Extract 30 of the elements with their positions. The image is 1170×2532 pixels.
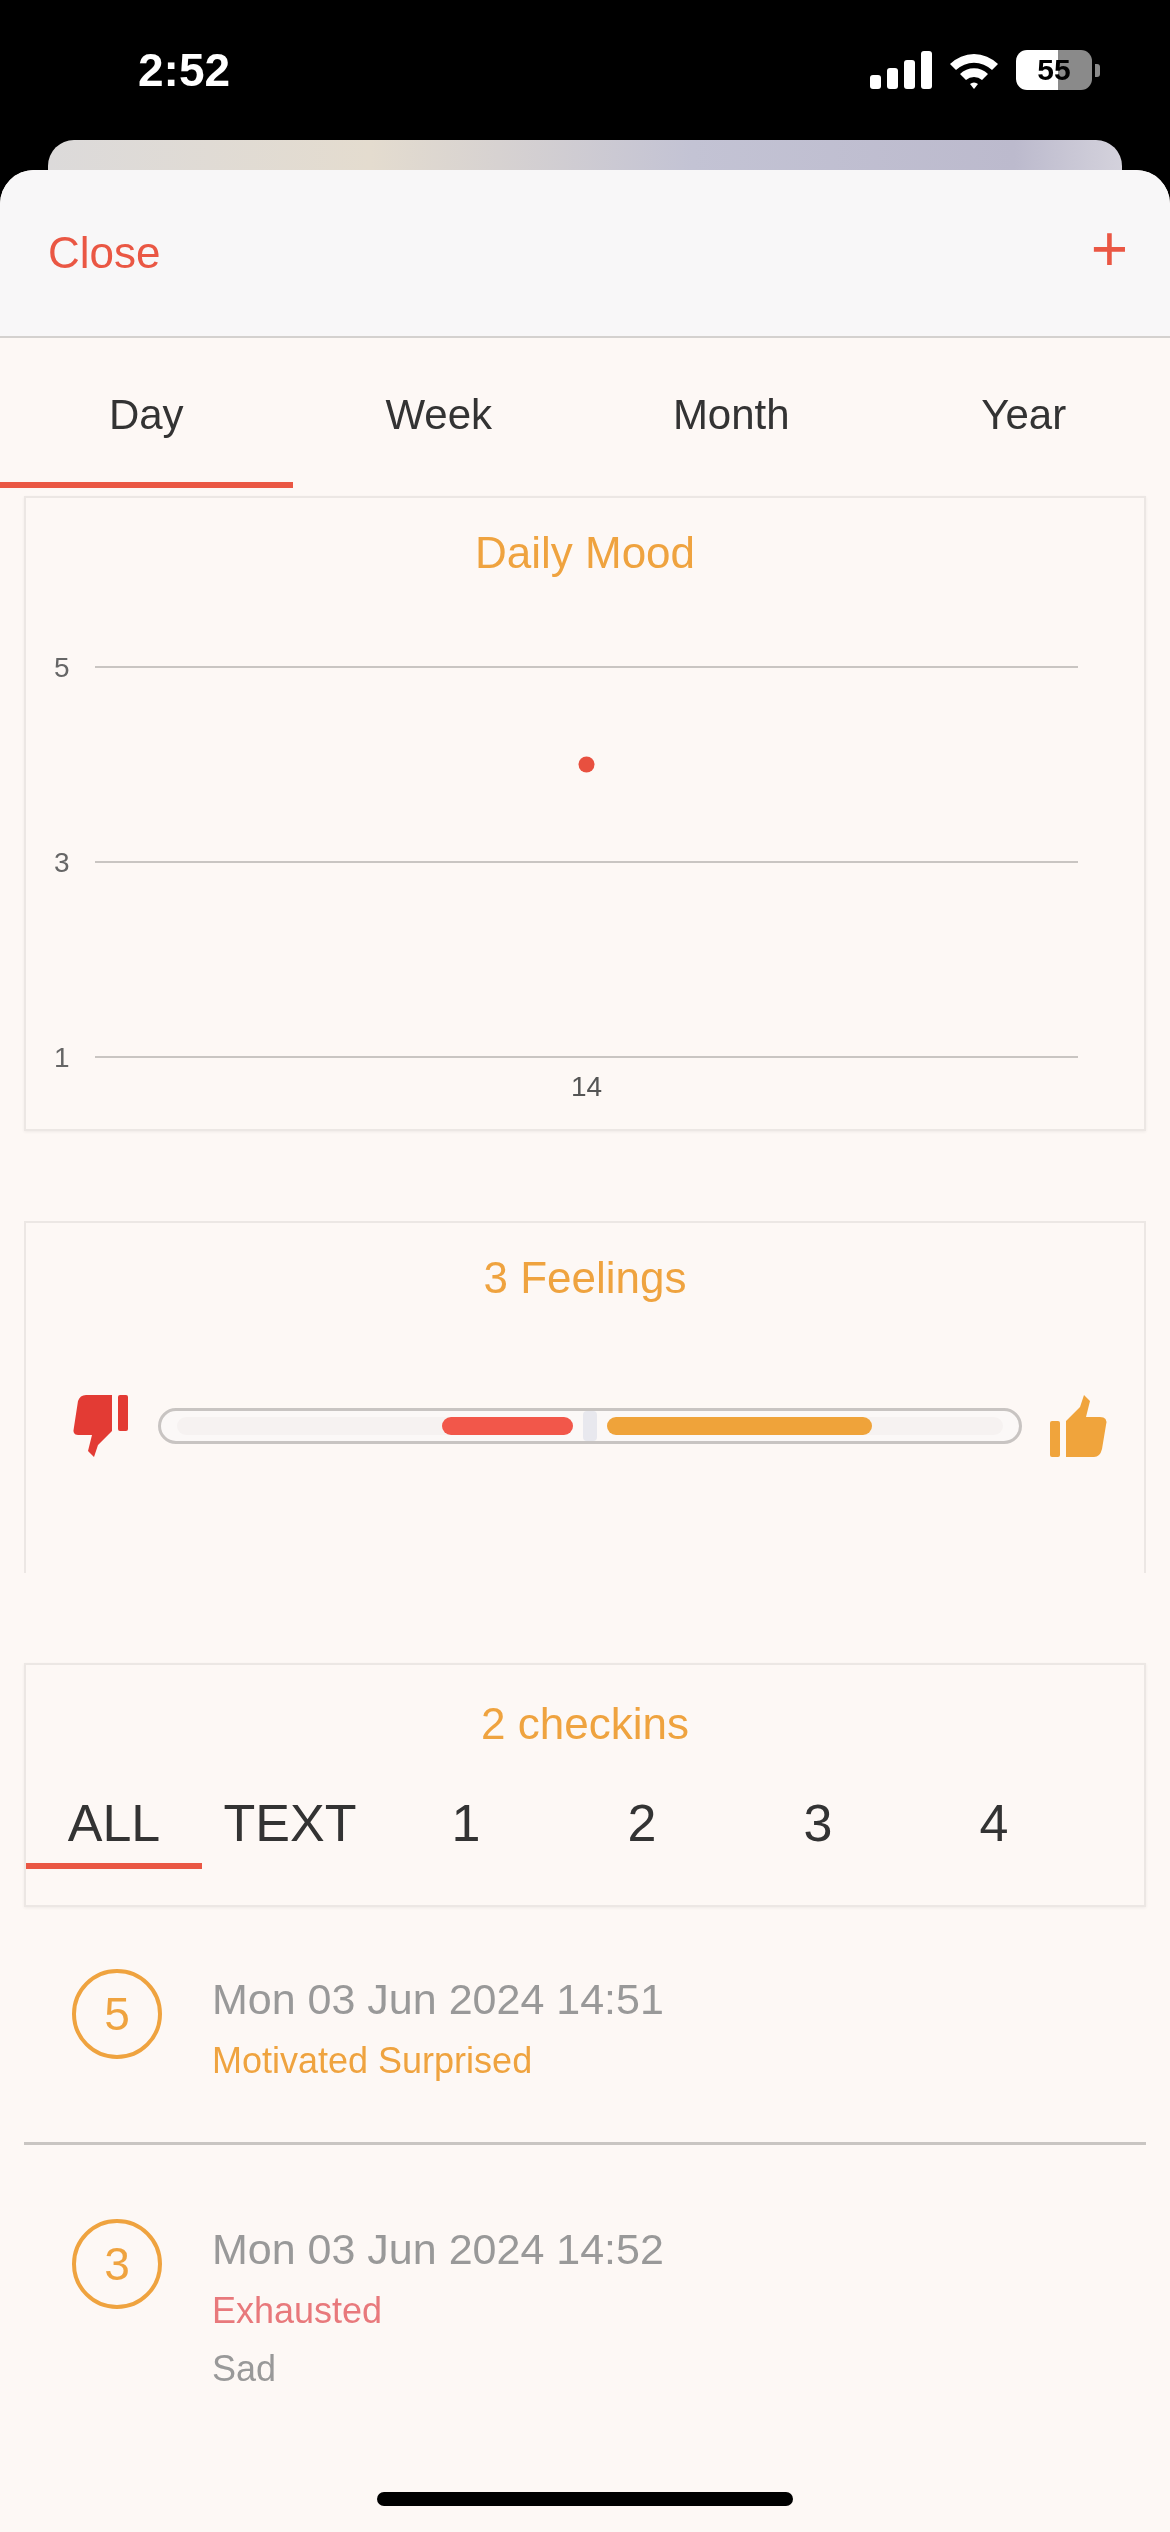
checkin-date: Mon 03 Jun 2024 14:51 <box>212 1975 664 2024</box>
period-tab[interactable]: Week <box>292 338 585 488</box>
checkin-date: Mon 03 Jun 2024 14:52 <box>212 2225 664 2274</box>
data-point <box>578 756 595 773</box>
signal-icon <box>870 51 932 89</box>
card-title: 2 checkins <box>480 1698 690 1749</box>
period-tab[interactable]: Year <box>877 338 1170 488</box>
filter-tab[interactable]: 4 <box>906 1789 1082 1869</box>
filter-tab[interactable]: 2 <box>554 1789 730 1869</box>
status-time: 2:52 <box>138 43 231 97</box>
axis-label: 1 <box>54 1042 70 1073</box>
filter-tab[interactable]: ALL <box>26 1789 202 1869</box>
axis-label: 14 <box>570 1071 603 1102</box>
mood-score: 3 <box>72 2219 162 2309</box>
thumbs-up-icon <box>1048 1393 1108 1459</box>
period-tab[interactable]: Month <box>585 338 878 488</box>
axis-label: 5 <box>54 652 70 683</box>
period-tab[interactable]: Day <box>0 338 293 488</box>
filter-tab[interactable]: 1 <box>378 1789 554 1869</box>
card-title: 3 Feelings <box>482 1252 688 1303</box>
mood-score: 5 <box>72 1969 162 2059</box>
card-title: Daily Mood <box>473 527 697 578</box>
wifi-icon <box>948 51 1000 89</box>
feeling-label: Sad <box>212 2348 278 2390</box>
feeling-label: Exhausted <box>212 2290 384 2332</box>
filter-tab[interactable]: TEXT <box>202 1789 378 1869</box>
center-divider <box>583 1411 597 1441</box>
axis-label: 3 <box>54 847 70 878</box>
filter-tab[interactable]: 3 <box>730 1789 906 1869</box>
feeling-label: Motivated Surprised <box>212 2040 534 2082</box>
